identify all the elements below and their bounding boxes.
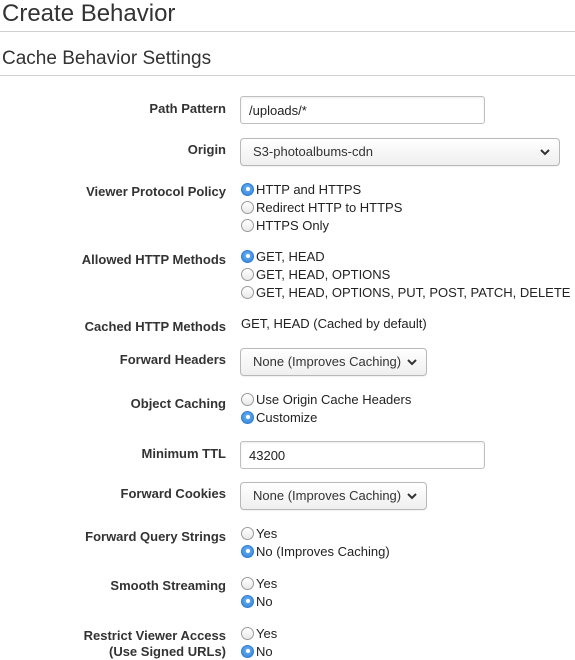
cached-http-methods-value: GET, HEAD (Cached by default) (241, 316, 427, 331)
radio-option-label: No (256, 643, 273, 659)
page-title: Create Behavior (2, 0, 176, 27)
cached-http-methods-label: Cached HTTP Methods (84, 319, 226, 334)
forward-query-strings-group: Yes No (Improves Caching) (241, 524, 390, 560)
chevron-down-icon (407, 493, 417, 500)
radio-option-label: Yes (256, 625, 278, 641)
radio-option-label: HTTPS Only (256, 217, 329, 233)
smooth-streaming-group: Yes No (241, 574, 277, 610)
origin-label: Origin (187, 142, 226, 157)
radio-option-label: Customize (256, 409, 318, 425)
restrict-viewer-access-group: Yes No (241, 624, 277, 660)
radio-button[interactable] (241, 200, 254, 214)
restrict-viewer-access-label-line2: (Use Signed URLs) (108, 644, 226, 659)
allowed-http-methods-group: GET, HEAD GET, HEAD, OPTIONS GET, HEAD, … (241, 247, 570, 301)
forward-headers-label: Forward Headers (119, 352, 226, 367)
origin-select[interactable]: S3-photoalbums-cdn (240, 138, 560, 166)
radio-button[interactable] (241, 218, 254, 232)
forward-headers-select-value: None (Improves Caching) (253, 354, 402, 369)
viewer-protocol-policy-group: HTTP and HTTPS Redirect HTTP to HTTPS HT… (241, 180, 402, 234)
viewer-protocol-policy-label: Viewer Protocol Policy (86, 184, 226, 199)
title-divider (0, 31, 575, 32)
radio-option-all-methods[interactable]: GET, HEAD, OPTIONS, PUT, POST, PATCH, DE… (241, 283, 570, 301)
radio-button-selected[interactable] (241, 410, 254, 424)
radio-option-yes[interactable]: Yes (241, 574, 277, 592)
origin-select-value: S3-photoalbums-cdn (253, 144, 373, 159)
radio-button[interactable] (241, 285, 254, 299)
radio-button-selected[interactable] (241, 182, 254, 196)
path-pattern-label: Path Pattern (149, 101, 226, 116)
radio-option-label: Use Origin Cache Headers (256, 391, 412, 407)
forward-cookies-select-value: None (Improves Caching) (253, 488, 402, 503)
radio-button[interactable] (241, 267, 254, 281)
radio-option-no-improves-caching[interactable]: No (Improves Caching) (241, 542, 390, 560)
radio-option-http-and-https[interactable]: HTTP and HTTPS (241, 180, 402, 198)
restrict-viewer-access-label: Restrict Viewer Access (Use Signed URLs) (0, 628, 226, 660)
minimum-ttl-input[interactable] (240, 441, 485, 469)
radio-option-label: Yes (256, 525, 278, 541)
radio-option-label: HTTP and HTTPS (256, 181, 362, 197)
radio-option-label: No (Improves Caching) (256, 543, 390, 559)
object-caching-group: Use Origin Cache Headers Customize (241, 390, 411, 426)
radio-option-redirect-http-to-https[interactable]: Redirect HTTP to HTTPS (241, 198, 402, 216)
forward-cookies-label: Forward Cookies (120, 486, 226, 501)
radio-option-use-origin-cache-headers[interactable]: Use Origin Cache Headers (241, 390, 411, 408)
radio-option-label: Redirect HTTP to HTTPS (256, 199, 403, 215)
minimum-ttl-label: Minimum TTL (141, 446, 227, 461)
forward-query-strings-label: Forward Query Strings (85, 529, 226, 544)
radio-option-get-head[interactable]: GET, HEAD (241, 247, 570, 265)
radio-button-selected[interactable] (241, 249, 254, 263)
radio-button[interactable] (241, 576, 254, 590)
radio-option-label: Yes (256, 575, 278, 591)
radio-option-customize[interactable]: Customize (241, 408, 411, 426)
chevron-down-icon (540, 149, 550, 156)
radio-option-no[interactable]: No (241, 592, 277, 610)
radio-option-label: No (256, 593, 273, 609)
radio-button[interactable] (241, 526, 254, 540)
chevron-down-icon (407, 359, 417, 366)
radio-button[interactable] (241, 392, 254, 406)
radio-button-selected[interactable] (241, 594, 254, 608)
radio-option-yes[interactable]: Yes (241, 624, 277, 642)
allowed-http-methods-label: Allowed HTTP Methods (81, 252, 226, 267)
radio-option-https-only[interactable]: HTTPS Only (241, 216, 402, 234)
smooth-streaming-label: Smooth Streaming (110, 578, 226, 593)
radio-button-selected[interactable] (241, 544, 254, 558)
path-pattern-input[interactable] (240, 96, 485, 124)
radio-option-get-head-options[interactable]: GET, HEAD, OPTIONS (241, 265, 570, 283)
section-divider (0, 75, 575, 76)
section-title: Cache Behavior Settings (2, 48, 212, 69)
object-caching-label: Object Caching (130, 396, 226, 411)
radio-option-label: GET, HEAD, OPTIONS (256, 266, 391, 282)
forward-cookies-select[interactable]: None (Improves Caching) (240, 482, 427, 510)
radio-option-label: GET, HEAD (256, 248, 325, 264)
radio-button[interactable] (241, 626, 254, 640)
restrict-viewer-access-label-line1: Restrict Viewer Access (83, 628, 226, 643)
radio-option-no[interactable]: No (241, 642, 277, 660)
radio-option-yes[interactable]: Yes (241, 524, 390, 542)
radio-option-label: GET, HEAD, OPTIONS, PUT, POST, PATCH, DE… (256, 284, 571, 300)
radio-button-selected[interactable] (241, 644, 254, 658)
forward-headers-select[interactable]: None (Improves Caching) (240, 348, 427, 376)
